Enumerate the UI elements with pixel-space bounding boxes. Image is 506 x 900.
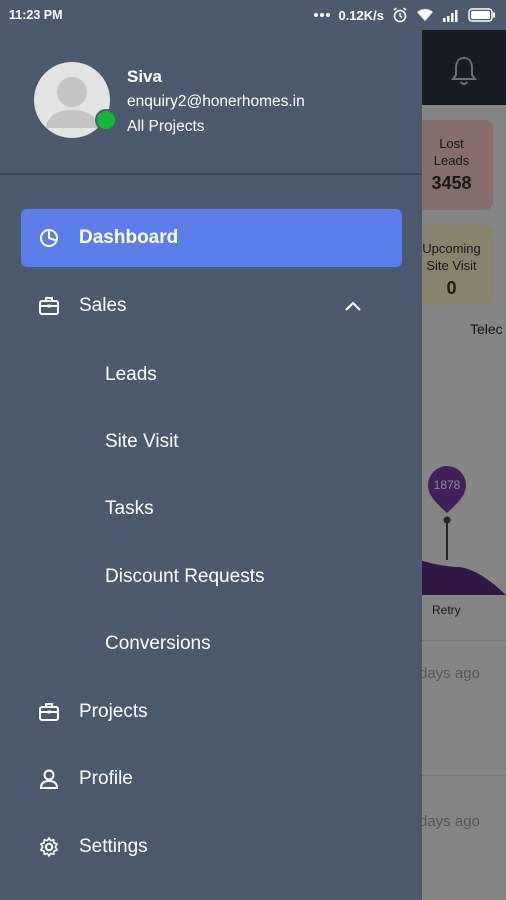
more-dots-icon (314, 12, 331, 18)
nav-item-sales[interactable]: Sales (21, 277, 402, 335)
battery-icon (468, 8, 496, 22)
briefcase-icon (38, 701, 60, 723)
wifi-icon (416, 8, 434, 22)
divider (0, 173, 422, 175)
nav-subitem-discount-requests[interactable]: Discount Requests (105, 557, 395, 597)
user-project-scope: All Projects (127, 118, 205, 135)
user-icon (38, 768, 60, 790)
network-speed: 0.12K/s (338, 7, 384, 23)
nav-item-label: Settings (79, 836, 148, 857)
nav-subitem-tasks[interactable]: Tasks (105, 489, 395, 529)
nav-item-profile[interactable]: Profile (21, 750, 402, 808)
nav-item-dashboard[interactable]: Dashboard (21, 209, 402, 267)
nav-item-label: Sales (79, 295, 127, 316)
nav-item-label: Dashboard (79, 227, 179, 248)
user-email: enquiry2@honerhomes.in (127, 93, 305, 110)
online-status-indicator (95, 109, 117, 131)
nav-subitem-leads[interactable]: Leads (105, 355, 395, 395)
nav-subitem-conversions[interactable]: Conversions (105, 624, 395, 664)
gear-icon (38, 836, 60, 858)
status-time: 11:23 PM (9, 8, 63, 22)
nav-item-projects[interactable]: Projects (21, 683, 402, 741)
status-bar: 11:23 PM 0.12K/s (0, 0, 506, 30)
nav-item-label: Projects (79, 701, 148, 722)
navigation-drawer: Siva enquiry2@honerhomes.in All Projects… (0, 30, 422, 900)
signal-icon (442, 9, 460, 22)
profile-header[interactable]: Siva enquiry2@honerhomes.in All Projects (0, 30, 422, 173)
chevron-up-icon[interactable] (344, 296, 362, 318)
briefcase-icon (38, 295, 60, 317)
nav-item-settings[interactable]: Settings (21, 818, 402, 876)
nav-item-label: Profile (79, 768, 133, 789)
user-name: Siva (127, 67, 162, 86)
pie-chart-icon (38, 227, 60, 249)
nav-subitem-site-visit[interactable]: Site Visit (105, 422, 395, 462)
alarm-icon (392, 7, 408, 23)
